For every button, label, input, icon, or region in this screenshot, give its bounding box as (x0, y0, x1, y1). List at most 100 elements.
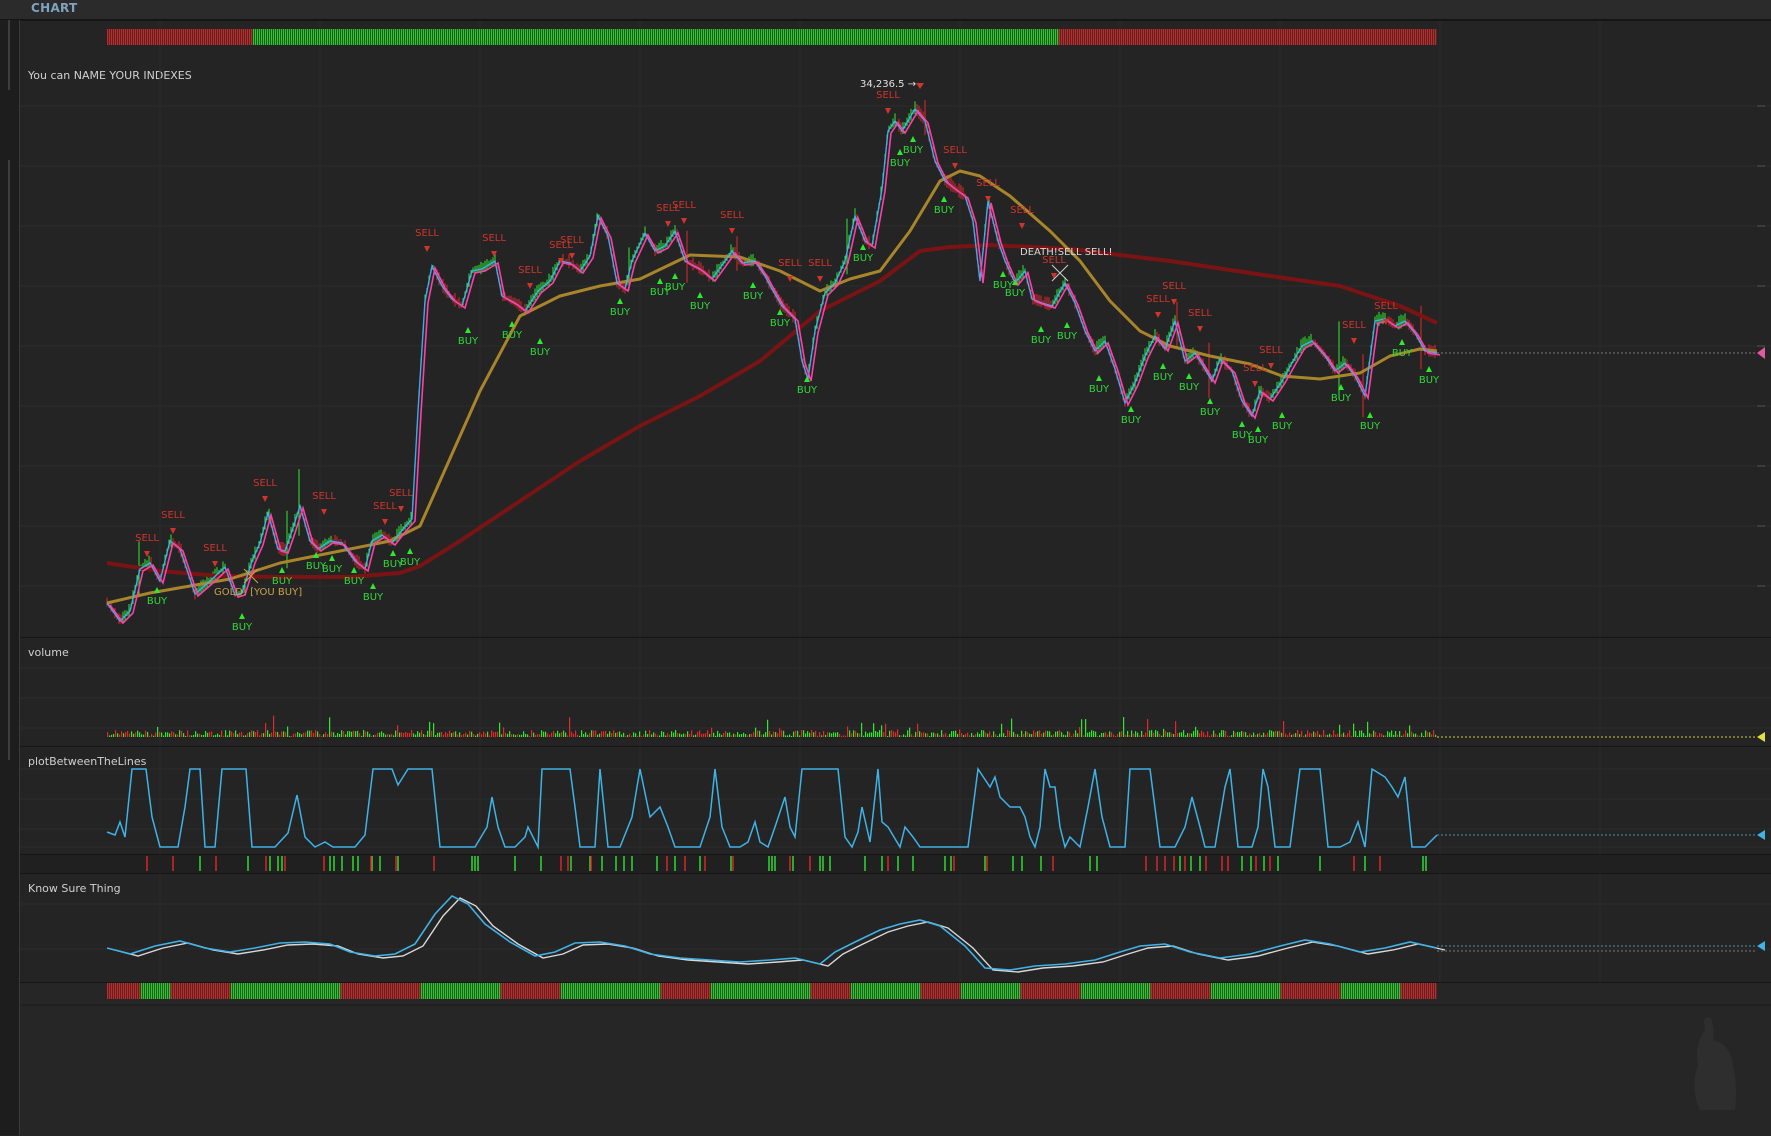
trend-strip-segment (1335, 29, 1337, 45)
volume-bar (837, 732, 839, 737)
trend-strip-segment (507, 29, 509, 45)
volume-bar (365, 731, 367, 737)
scrollbar-track[interactable] (8, 160, 10, 760)
volume-bar (477, 733, 479, 737)
volume-bar (113, 733, 115, 737)
trend-strip-segment (1335, 983, 1337, 999)
trend-strip-segment (1045, 29, 1047, 45)
volume-bar (219, 734, 221, 737)
trend-strip-segment (521, 29, 523, 45)
volume-bar (541, 730, 543, 737)
volume-bar (953, 730, 955, 737)
volume-bar (1085, 719, 1087, 737)
trend-strip-segment (1227, 983, 1229, 999)
trend-strip-segment (823, 983, 825, 999)
trend-strip-segment (633, 29, 635, 45)
between-lines-pane[interactable]: plotBetweenTheLines (20, 746, 1771, 854)
scrollbar-top[interactable] (8, 20, 10, 90)
trend-strip-segment (885, 983, 887, 999)
trend-strip-segment (357, 29, 359, 45)
trend-strip-segment (787, 983, 789, 999)
trend-strip-segment (771, 29, 773, 45)
trend-strip-segment (485, 983, 487, 999)
volume-bar (213, 735, 215, 737)
trend-strip-segment (145, 29, 147, 45)
trend-strip-segment (1263, 983, 1265, 999)
trend-strip-segment (115, 983, 117, 999)
volume-bar (439, 732, 441, 737)
trend-strip-segment (189, 983, 191, 999)
trend-strip-segment (563, 983, 565, 999)
volume-bar (675, 730, 677, 737)
trend-strip-segment (157, 29, 159, 45)
grid (20, 638, 1771, 745)
trend-strip-segment (195, 29, 197, 45)
trend-strip-segment (1321, 29, 1323, 45)
volume-bar (1151, 730, 1153, 737)
volume-bar (771, 734, 773, 737)
volume-bar (797, 730, 799, 737)
trend-strip-segment (1199, 983, 1201, 999)
trend-strip-segment (741, 983, 743, 999)
trend-strip-segment (1205, 983, 1207, 999)
buy-label: BUY (1121, 415, 1142, 426)
trend-strip-segment (1313, 983, 1315, 999)
trend-strip-segment (445, 29, 447, 45)
trend-strip-segment (625, 29, 627, 45)
volume-bar (1187, 733, 1189, 737)
trend-strip-segment (985, 29, 987, 45)
trend-strip-segment (595, 983, 597, 999)
kst-chart[interactable] (20, 874, 1771, 982)
trend-strip-segment (657, 29, 659, 45)
trend-strip-segment (877, 29, 879, 45)
volume-bar (117, 733, 119, 737)
volume-bar (131, 731, 133, 737)
trend-strip-segment (667, 29, 669, 45)
price-pane[interactable]: You can NAME YOUR INDEXES SELL SELL SELL SE… (20, 20, 1771, 636)
trend-strip-segment (709, 29, 711, 45)
volume-bar (1369, 733, 1371, 737)
trend-strip-segment (901, 29, 903, 45)
sell-label: SELL (373, 501, 397, 512)
trend-strip-segment (539, 29, 541, 45)
trend-strip-segment (1101, 983, 1103, 999)
trend-strip-segment (1349, 29, 1351, 45)
trend-strip-segment (301, 983, 303, 999)
trend-strip-segment (407, 29, 409, 45)
trend-strip-segment (261, 29, 263, 45)
volume-bar (177, 734, 179, 737)
volume-pane[interactable]: volume (20, 637, 1771, 745)
volume-bar (603, 731, 605, 737)
sell-arrow-icon (212, 561, 218, 567)
volume-bar (407, 732, 409, 737)
volume-bar (635, 733, 637, 737)
trend-strip-segment (1169, 29, 1171, 45)
price-chart[interactable]: SELLSELLSELLSELLSELLSELLSELLSELL SELLSELL… (20, 21, 1771, 636)
trend-strip-segment (599, 29, 601, 45)
trend-strip-segment (1207, 29, 1209, 45)
trend-strip-segment (599, 983, 601, 999)
trend-strip-segment (861, 983, 863, 999)
trend-strip-segment (1105, 29, 1107, 45)
trend-strip-segment (1217, 983, 1219, 999)
volume-bar (231, 731, 233, 737)
between-lines-chart[interactable] (20, 747, 1771, 854)
trend-strip-segment (1075, 29, 1077, 45)
kst-pane[interactable]: Know Sure Thing (20, 873, 1771, 982)
volume-bar (1141, 730, 1143, 737)
trend-strip-segment (1103, 983, 1105, 999)
buy-label: BUY (400, 557, 421, 568)
trend-strip-segment (493, 29, 495, 45)
volume-bar (379, 732, 381, 737)
trend-strip-segment (1179, 983, 1181, 999)
trend-strip-segment (969, 983, 971, 999)
trend-strip-segment (527, 983, 529, 999)
volume-bar (1167, 732, 1169, 737)
trend-strip-segment (1417, 29, 1419, 45)
trend-strip-segment (175, 983, 177, 999)
trend-strip-segment (1347, 983, 1349, 999)
volume-chart[interactable] (20, 638, 1771, 745)
trend-strip-segment (849, 29, 851, 45)
volume-bar (941, 730, 943, 737)
trend-strip-segment (865, 983, 867, 999)
